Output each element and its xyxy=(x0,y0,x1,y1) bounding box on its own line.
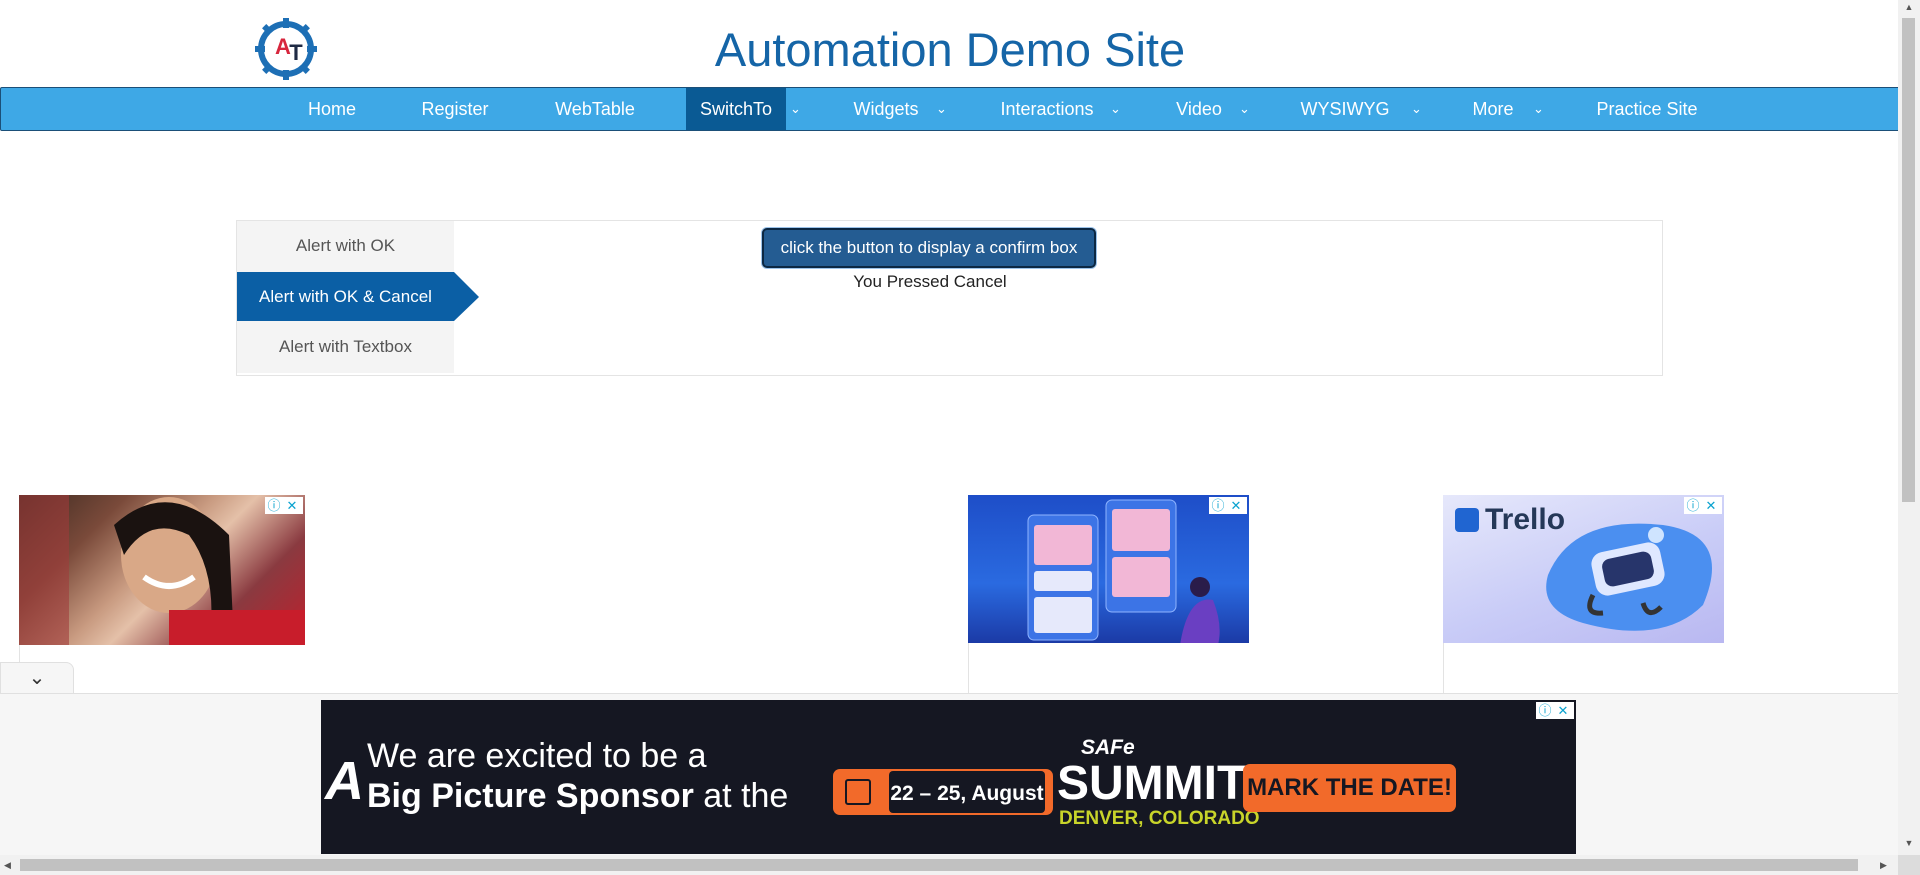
safe-summit-ad[interactable]: A We are excited to be a Big Picture Spo… xyxy=(321,700,1576,854)
nav-video[interactable]: Video xyxy=(1165,88,1233,130)
ad-banner-photo[interactable]: ⓘ ✕ xyxy=(19,495,305,645)
chevron-down-icon: ⌄ xyxy=(28,667,46,689)
nav-home[interactable]: Home xyxy=(291,88,373,130)
ad-banner-boards[interactable]: ⓘ ✕ xyxy=(968,495,1249,643)
nav-webtable[interactable]: WebTable xyxy=(536,88,654,130)
nav-wysiwyg[interactable]: WYSIWYG xyxy=(1293,88,1397,130)
scrollbar-corner xyxy=(1898,855,1920,875)
chevron-down-icon[interactable]: ⌄ xyxy=(1110,88,1121,130)
nav-widgets[interactable]: Widgets xyxy=(841,88,931,130)
info-icon[interactable]: ⓘ xyxy=(1536,702,1554,719)
chevron-down-icon[interactable]: ⌄ xyxy=(1239,88,1250,130)
close-icon[interactable]: ✕ xyxy=(283,497,301,514)
scroll-up-arrow-icon[interactable]: ▲ xyxy=(1900,2,1918,16)
info-icon[interactable]: ⓘ xyxy=(1209,497,1227,514)
ad-line-2: Big Picture Sponsor at the xyxy=(367,776,788,816)
nav-register[interactable]: Register xyxy=(407,88,503,130)
info-icon[interactable]: ⓘ xyxy=(1684,497,1702,514)
ad-line-2-bold: Big Picture Sponsor xyxy=(367,777,694,815)
info-icon[interactable]: ⓘ xyxy=(265,497,283,514)
ad-choices[interactable]: ⓘ ✕ xyxy=(1536,702,1574,719)
event-dates: 22 – 25, August xyxy=(833,769,1053,815)
divider xyxy=(1443,643,1444,693)
vertical-scroll-thumb[interactable] xyxy=(1902,18,1915,502)
tab-alert-ok-cancel[interactable]: Alert with OK & Cancel xyxy=(237,272,479,321)
ad-choices[interactable]: ⓘ ✕ xyxy=(1684,497,1722,514)
trello-robot-illustration xyxy=(1546,523,1712,631)
calendar-icon xyxy=(845,779,871,805)
close-icon[interactable]: ✕ xyxy=(1702,497,1720,514)
ad-choices[interactable]: ⓘ ✕ xyxy=(265,497,303,514)
chevron-down-icon[interactable]: ⌄ xyxy=(790,88,801,130)
main-nav: Home Register WebTable SwitchTo ⌄ Widget… xyxy=(0,87,1900,131)
chevron-down-icon[interactable]: ⌄ xyxy=(936,88,947,130)
chevron-down-icon[interactable]: ⌄ xyxy=(1533,88,1544,130)
ad-banner-trello[interactable]: Trello ⓘ ✕ xyxy=(1443,495,1724,643)
tab-label: Alert with OK & Cancel xyxy=(259,287,432,306)
ad-photo-image xyxy=(19,495,305,645)
collapse-ad-button[interactable]: ⌄ xyxy=(0,662,74,694)
sponsor-logo-icon: A xyxy=(325,751,364,811)
result-text: You Pressed Cancel xyxy=(853,272,1007,291)
nav-more[interactable]: More xyxy=(1463,88,1523,130)
event-dates-text: 22 – 25, August xyxy=(889,771,1045,813)
tab-alert-textbox[interactable]: Alert with Textbox xyxy=(237,322,454,371)
ad-choices[interactable]: ⓘ ✕ xyxy=(1209,497,1247,514)
scroll-down-arrow-icon[interactable]: ▼ xyxy=(1900,838,1918,852)
active-tab-arrow xyxy=(454,272,479,321)
chevron-down-icon[interactable]: ⌄ xyxy=(1411,88,1422,130)
divider xyxy=(968,643,969,693)
close-icon[interactable]: ✕ xyxy=(1554,702,1572,719)
nav-practice-site[interactable]: Practice Site xyxy=(1586,88,1708,130)
event-location: DENVER, COLORADO xyxy=(1059,808,1260,829)
page-title: Automation Demo Site xyxy=(714,23,1186,76)
close-icon[interactable]: ✕ xyxy=(1227,497,1245,514)
ad-line-1: We are excited to be a xyxy=(367,737,707,775)
scroll-right-arrow-icon[interactable]: ▶ xyxy=(1880,857,1892,873)
nav-switchto[interactable]: SwitchTo xyxy=(686,88,786,130)
mark-the-date-button[interactable]: MARK THE DATE! xyxy=(1243,764,1456,812)
ad-line-2-rest: at the xyxy=(693,777,789,815)
summit-title: SUMMIT xyxy=(1057,757,1247,810)
scroll-left-arrow-icon[interactable]: ◀ xyxy=(4,857,16,873)
alert-tabs: Alert with OK Alert with OK & Cancel Ale… xyxy=(237,221,479,373)
confirm-box-button[interactable]: click the button to display a confirm bo… xyxy=(762,228,1096,268)
tab-alert-ok[interactable]: Alert with OK xyxy=(237,221,454,270)
ad-boards-illustration xyxy=(1027,499,1220,643)
horizontal-scroll-thumb[interactable] xyxy=(20,859,1858,871)
nav-interactions[interactable]: Interactions xyxy=(991,88,1103,130)
